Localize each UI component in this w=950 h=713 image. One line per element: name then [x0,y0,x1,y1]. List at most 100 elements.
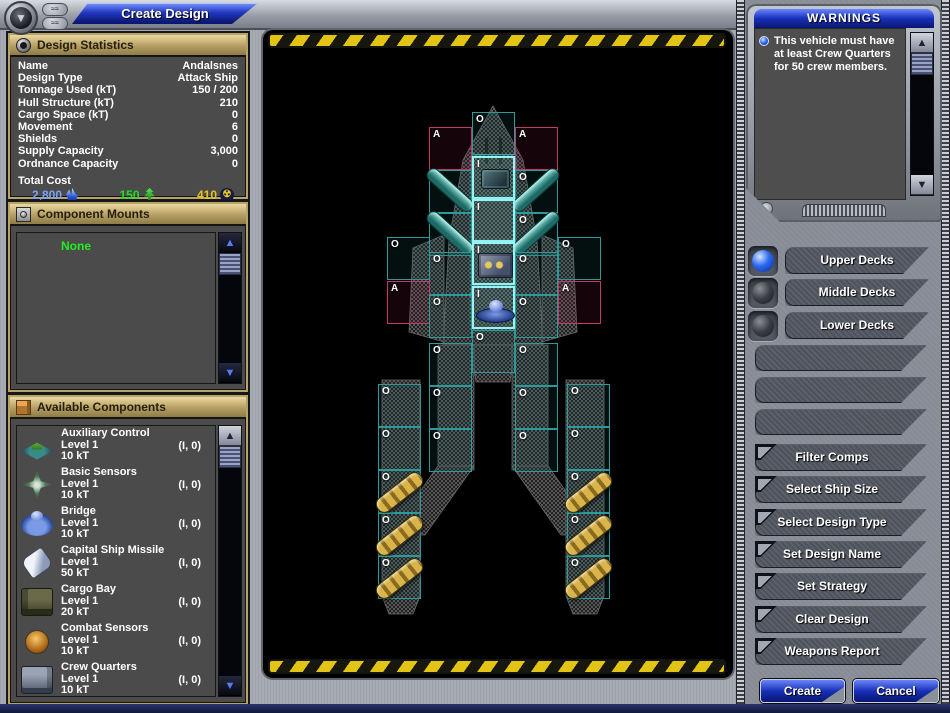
blank-button-2[interactable] [755,377,927,403]
create-button[interactable]: Create [760,679,845,703]
deck-cell-O[interactable]: O [567,427,610,470]
component-slots: (I, 0) [178,596,201,608]
window-control-top-button[interactable]: ≈≈ [42,3,68,16]
deck-cell-I[interactable]: I [472,286,515,329]
stat-label: Shields [18,133,57,145]
component-mounts-list[interactable]: None [16,232,216,384]
total-cost-row: 2,800150410☢ [18,187,238,202]
cost-value: 150 [119,188,139,202]
component-list-item[interactable]: Cargo BayLevel 120 kT(I, 0) [17,582,215,621]
blank-button-3[interactable] [755,409,927,435]
stat-value: 6 [232,121,238,133]
components-scroll-up-icon[interactable]: ▲ [219,426,241,446]
window-menu-button[interactable]: ▼ [4,1,38,35]
deck-cell-O[interactable]: O [558,237,601,280]
deck-cell-O[interactable]: O [378,556,421,599]
blank-button-1[interactable] [755,345,927,371]
filter-comps-button[interactable]: Filter Comps [755,444,927,471]
deck-cell-O[interactable]: O [378,427,421,470]
stat-row: Hull Structure (kT)210 [18,97,238,109]
deck-cell-O[interactable]: O [387,237,430,280]
deck-cell-O[interactable]: O [515,170,558,213]
component-size: 10 kT [61,529,98,541]
mounts-scroll-up-icon[interactable]: ▲ [219,233,241,253]
cargo-bay-icon [21,588,53,616]
set-strategy-button[interactable]: Set Strategy [755,573,927,600]
deck-cell-O[interactable]: O [567,470,610,513]
deck-cell-O[interactable]: O [378,513,421,556]
clear-design-button[interactable]: Clear Design [755,606,927,633]
sensor-component [481,169,510,189]
deck-cell-O[interactable]: O [515,213,558,256]
warnings-scroll-down-icon[interactable]: ▼ [911,175,933,195]
select-ship-size-button[interactable]: Select Ship Size [755,476,927,503]
cancel-button[interactable]: Cancel [853,679,939,703]
deck-cell-O[interactable]: O [515,386,558,429]
warnings-scrollbar[interactable]: ▲ ▼ [910,32,934,196]
cell-letter: O [382,386,390,397]
deck-cell-A[interactable]: A [387,281,430,324]
deck-cell-O[interactable]: O [515,252,558,295]
cell-letter: O [433,431,441,442]
deck-cell-O[interactable]: O [429,429,472,472]
component-list-item[interactable]: Basic SensorsLevel 110 kT(I, 0) [17,465,215,504]
deck-cell-O[interactable]: O [429,170,472,213]
warnings-scroll-thumb[interactable] [911,53,933,75]
deck-cell-A[interactable]: A [558,281,601,324]
deck-cell-O[interactable]: O [515,295,558,338]
deck-button-upper-decks[interactable]: Upper Decks [785,247,929,274]
stat-label: Cargo Space (kT) [18,109,108,121]
cell-letter: O [433,254,441,265]
deck-cell-O[interactable]: O [378,470,421,513]
stat-row: Tonnage Used (kT)150 / 200 [18,84,238,96]
weapons-report-button[interactable]: Weapons Report [755,638,927,665]
component-list-item[interactable]: Crew QuartersLevel 110 kT(I, 0) [17,660,215,699]
mounts-scroll-down-icon[interactable]: ▼ [219,363,241,383]
deck-cell-O[interactable]: O [472,330,515,373]
deck-cell-A[interactable]: A [515,127,558,170]
warnings-scroll-up-icon[interactable]: ▲ [911,33,933,53]
deck-cell-I[interactable]: I [472,199,515,242]
component-list-item[interactable]: Auxiliary ControlLevel 110 kT(I, 0) [17,426,215,465]
cell-letter: O [519,345,527,356]
deck-button-lower-decks[interactable]: Lower Decks [785,312,929,339]
deck-cell-O[interactable]: O [567,384,610,427]
deck-cell-O[interactable]: O [515,343,558,386]
deck-cell-I[interactable]: I [472,156,515,199]
component-list-item[interactable]: BridgeLevel 110 kT(I, 0) [17,504,215,543]
deck-cell-O[interactable]: O [567,556,610,599]
stat-row: Supply Capacity3,000 [18,145,238,157]
window-control-bottom-button[interactable]: ≈≈ [42,17,68,30]
set-design-name-button[interactable]: Set Design Name [755,541,927,568]
capital-ship-missile-icon [20,546,54,579]
components-scrollbar[interactable]: ▲ ▼ [218,425,242,697]
component-list-item[interactable]: Combat SensorsLevel 110 kT(I, 0) [17,621,215,660]
deck-cell-O[interactable]: O [472,112,515,155]
deck-cell-O[interactable]: O [567,513,610,556]
deck-cell-I[interactable]: I [472,242,515,285]
deck-cell-O[interactable]: O [378,384,421,427]
ship-design-viewport[interactable]: OAAIOOIOOOOIOOAAIOOOOOOOOOOOOOOOOOOO [263,30,733,678]
available-components-title: Available Components [37,400,166,414]
deck-radio-upper-decks[interactable] [748,246,778,276]
deck-cell-O[interactable]: O [429,252,472,295]
deck-radio-middle-decks[interactable] [748,278,778,308]
stat-row: Design TypeAttack Ship [18,72,238,84]
select-design-type-button[interactable]: Select Design Type [755,509,927,536]
warning-bullet-icon [759,36,769,46]
deck-cell-O[interactable]: O [429,295,472,338]
deck-button-middle-decks[interactable]: Middle Decks [785,279,929,306]
deck-cell-O[interactable]: O [515,429,558,472]
deck-radio-lower-decks[interactable] [748,311,778,341]
mounts-scrollbar[interactable]: ▲ ▼ [218,232,242,384]
deck-cell-O[interactable]: O [429,343,472,386]
components-icon [16,400,31,415]
deck-cell-O[interactable]: O [429,213,472,256]
components-scroll-thumb[interactable] [219,446,241,468]
deck-cell-A[interactable]: A [429,127,472,170]
component-list-item[interactable]: Capital Ship MissileLevel 150 kT(I, 0) [17,543,215,582]
cell-letter: I [477,289,480,300]
deck-cell-O[interactable]: O [429,386,472,429]
mounts-scroll-thumb[interactable] [219,253,241,275]
components-scroll-down-icon[interactable]: ▼ [219,676,241,696]
